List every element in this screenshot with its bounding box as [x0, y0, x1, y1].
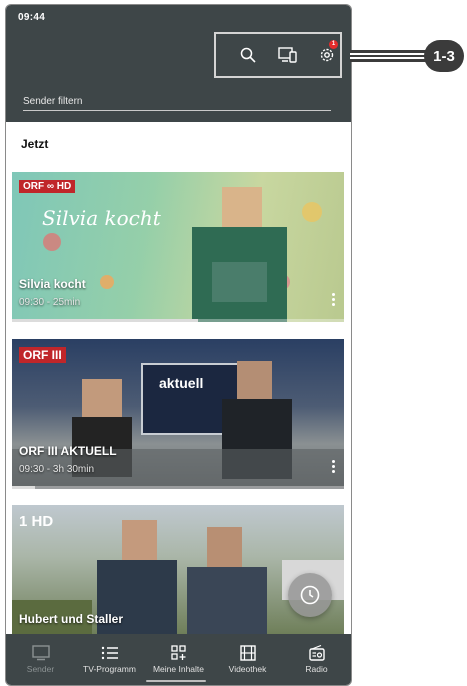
nav-label: Radio [305, 664, 328, 674]
nav-label: Sender [26, 664, 55, 674]
progress-fill [12, 486, 36, 489]
nav-label: Videothek [228, 664, 267, 674]
nav-item-videothek[interactable]: Videothek [213, 634, 282, 685]
program-card-hubert[interactable]: 1 HD Hubert und Staller [12, 505, 344, 634]
nav-label: TV-Programm [83, 664, 136, 674]
show-overlay-text: aktuell [159, 375, 204, 391]
nav-item-sender[interactable]: Sender [6, 634, 75, 685]
callout-label: 1-3 [424, 40, 464, 72]
more-options-icon[interactable] [329, 459, 337, 477]
nav-item-meine-inhalte[interactable]: Meine Inhalte [144, 634, 213, 685]
channel-logo: 1 HD [19, 513, 54, 530]
progress-fill [12, 319, 198, 322]
program-card-orf3[interactable]: ORF III aktuell ORF III AKTUELL 09:30 - … [12, 339, 344, 489]
callout-connector [350, 50, 426, 62]
show-overlay-text: Silvia kocht [42, 206, 161, 230]
more-options-icon[interactable] [329, 292, 337, 310]
phone-screen: 09:44 1 Sender filtern Jetzt ORF ∞ HD Si… [5, 4, 352, 686]
gear-icon[interactable]: 1 [316, 40, 338, 66]
program-title: Hubert und Staller [19, 612, 124, 626]
grid-plus-icon [170, 645, 186, 660]
devices-icon[interactable] [277, 44, 299, 66]
program-time: 09:30 - 3h 30min [19, 464, 95, 475]
progress-bar [12, 486, 344, 489]
schedule-button[interactable] [288, 573, 332, 617]
program-title: Silvia kocht [19, 277, 86, 291]
channel-logo: ORF ∞ HD [19, 180, 76, 193]
tv-icon [31, 645, 50, 661]
top-app-bar: 09:44 1 Sender filtern [6, 5, 351, 122]
search-icon[interactable] [237, 44, 259, 66]
program-card-silvia[interactable]: ORF ∞ HD Silvia kocht Silvia kocht 09:30… [12, 172, 344, 322]
channel-filter-input[interactable]: Sender filtern [23, 96, 331, 111]
list-icon [101, 646, 118, 660]
toolbar-actions: 1 [214, 32, 342, 78]
radio-icon [308, 645, 325, 661]
section-title: Jetzt [21, 137, 49, 151]
bottom-navigation: Sender TV-Programm Meine Inhalte Videoth… [6, 634, 351, 685]
nav-item-radio[interactable]: Radio [282, 634, 351, 685]
film-icon [239, 645, 256, 661]
program-title: ORF III AKTUELL [19, 444, 117, 458]
notification-badge: 1 [329, 40, 338, 49]
progress-bar [12, 319, 344, 322]
channel-logo: ORF III [19, 347, 66, 363]
nav-item-tv-programm[interactable]: TV-Programm [75, 634, 144, 685]
program-time: 09:30 - 25min [19, 297, 81, 308]
status-time: 09:44 [18, 12, 46, 23]
clock-icon [300, 585, 320, 605]
nav-label: Meine Inhalte [152, 664, 205, 674]
home-indicator [146, 680, 206, 682]
